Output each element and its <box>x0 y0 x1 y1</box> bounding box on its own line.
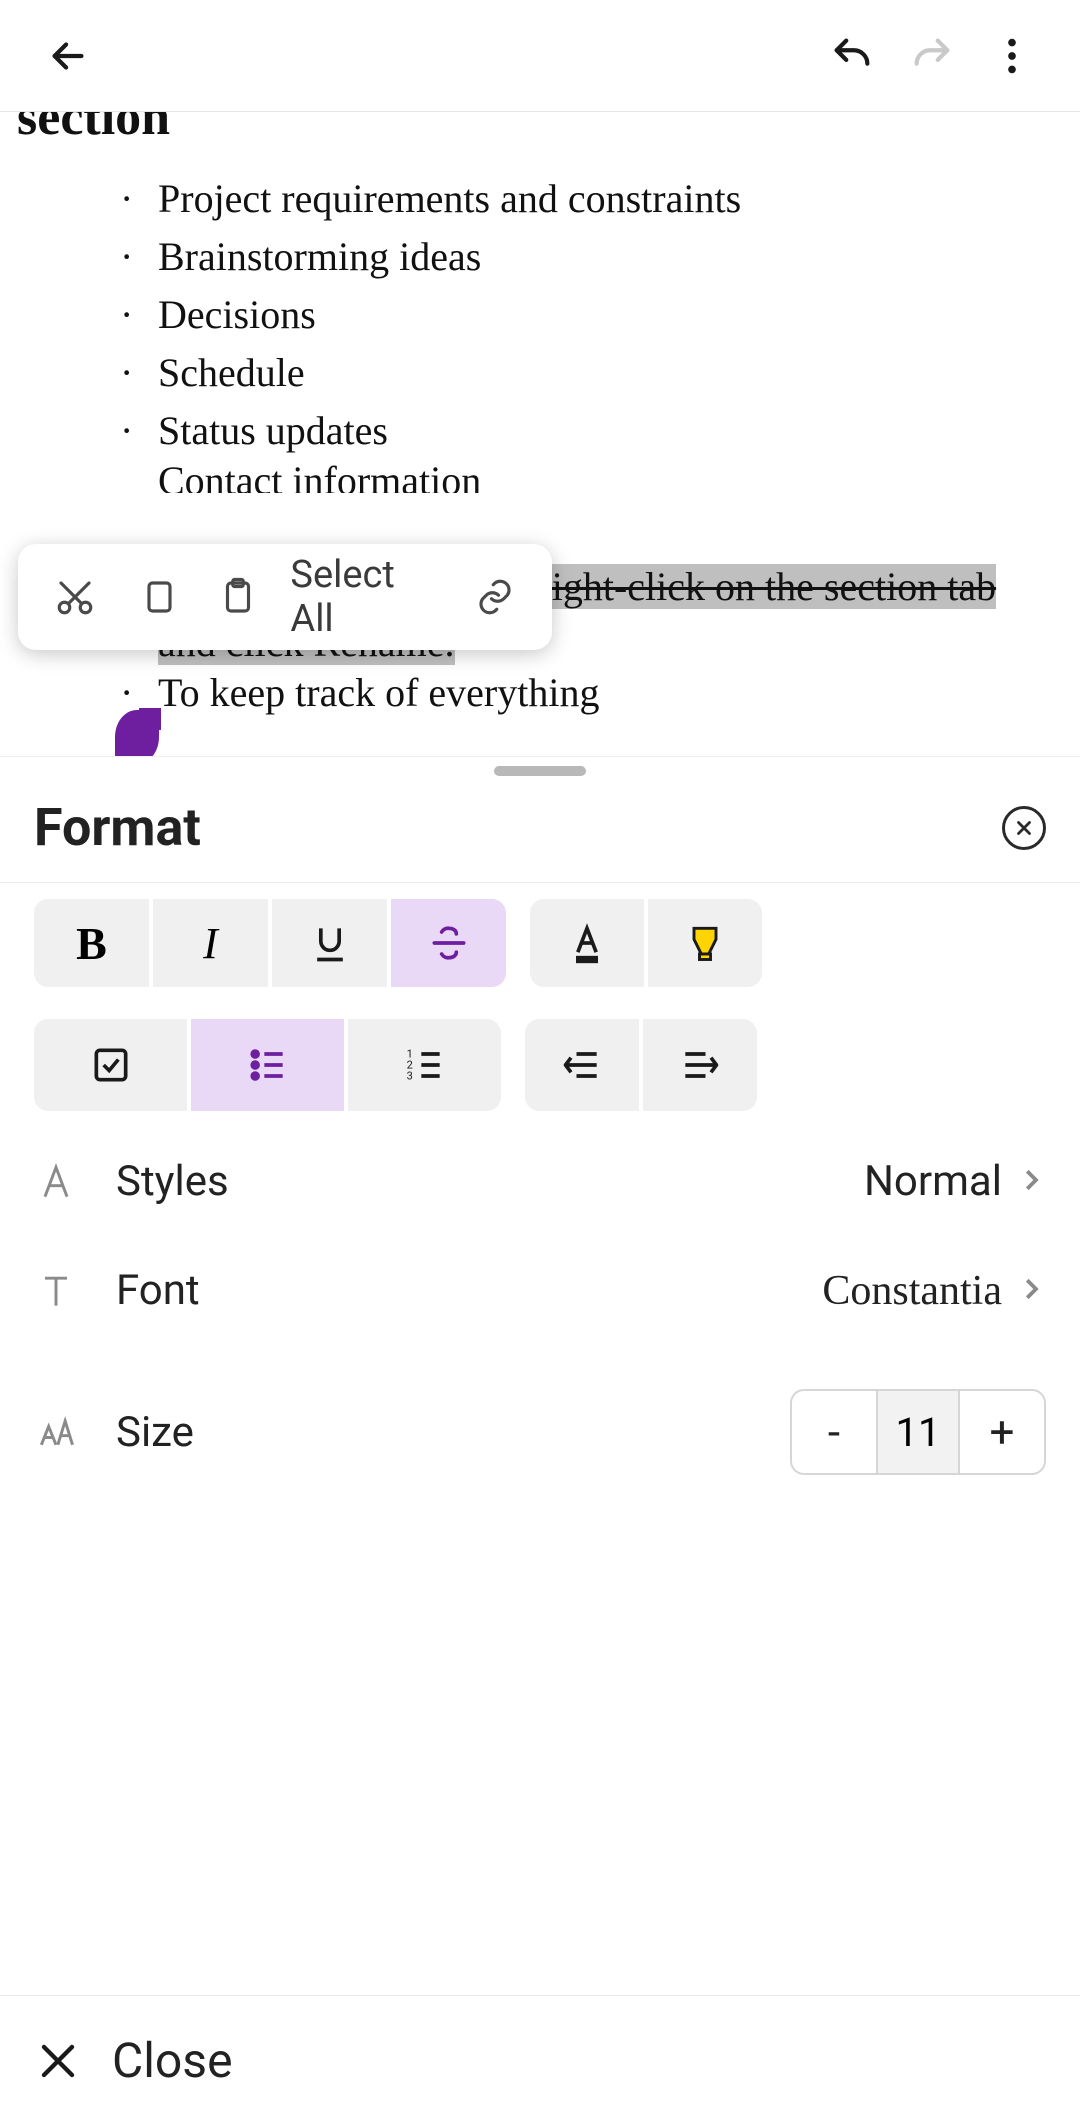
list-item[interactable]: Brainstorming ideas <box>158 229 481 285</box>
list-item[interactable]: Schedule <box>158 345 305 401</box>
link-button[interactable] <box>457 557 534 637</box>
bulleted-list-icon <box>246 1043 290 1087</box>
list-item[interactable]: Status updates <box>158 403 388 459</box>
bulleted-list-button[interactable] <box>191 1019 344 1111</box>
size-increase-button[interactable]: + <box>960 1391 1044 1473</box>
checklist-icon <box>89 1043 133 1087</box>
panel-close-button[interactable] <box>1002 806 1046 850</box>
copy-button[interactable] <box>117 557 194 637</box>
underline-button[interactable] <box>272 899 387 987</box>
strikethrough-icon <box>427 921 471 965</box>
numbered-list-button[interactable]: 123 <box>348 1019 501 1111</box>
paste-button[interactable] <box>199 557 276 637</box>
highlighter-icon <box>683 921 727 965</box>
styles-row[interactable]: Styles Normal <box>0 1127 1080 1236</box>
size-row: Size - 11 + <box>0 1345 1080 1519</box>
undo-button[interactable] <box>812 16 892 96</box>
highlight-button[interactable] <box>648 899 762 987</box>
format-panel: Format B I <box>0 756 1080 2125</box>
styles-icon <box>34 1160 78 1204</box>
link-icon <box>474 576 516 618</box>
chevron-right-icon <box>1016 1274 1046 1304</box>
redo-icon <box>909 33 955 79</box>
font-value: Constantia <box>822 1267 1002 1315</box>
section-heading-cut: section <box>17 112 1057 147</box>
size-icon <box>34 1410 78 1454</box>
select-all-button[interactable]: Select All <box>290 553 442 641</box>
close-bar[interactable]: Close <box>0 1995 1080 2125</box>
list-item[interactable]: Project requirements and constraints <box>158 171 741 227</box>
size-stepper: - 11 + <box>790 1389 1046 1475</box>
underline-icon <box>308 921 352 965</box>
svg-text:3: 3 <box>406 1070 412 1083</box>
undo-icon <box>829 33 875 79</box>
list-item[interactable]: Contact information <box>158 461 481 493</box>
font-color-icon <box>565 921 609 965</box>
redo-button <box>892 16 972 96</box>
close-label: Close <box>112 2032 233 2089</box>
size-label: Size <box>116 1408 790 1457</box>
list-item[interactable]: Decisions <box>158 287 316 343</box>
kebab-icon <box>989 33 1035 79</box>
bold-button[interactable]: B <box>34 899 149 987</box>
indent-button[interactable] <box>643 1019 757 1111</box>
styles-label: Styles <box>116 1157 864 1206</box>
clipboard-icon <box>217 576 259 618</box>
list-item[interactable]: To keep track of everything <box>158 673 599 713</box>
font-icon <box>34 1269 78 1313</box>
styles-value: Normal <box>864 1157 1002 1206</box>
strikethrough-button[interactable] <box>391 899 506 987</box>
indent-icon <box>678 1043 722 1087</box>
back-button[interactable] <box>28 16 108 96</box>
numbered-list-icon: 123 <box>403 1043 447 1087</box>
back-arrow-icon <box>45 33 91 79</box>
size-decrease-button[interactable]: - <box>792 1391 876 1473</box>
font-label: Font <box>116 1266 822 1315</box>
italic-button[interactable]: I <box>153 899 268 987</box>
top-toolbar <box>0 0 1080 112</box>
panel-title: Format <box>34 797 1002 858</box>
context-menu: Select All <box>18 544 552 650</box>
size-value[interactable]: 11 <box>876 1391 960 1473</box>
panel-drag-handle[interactable] <box>494 766 586 776</box>
scissors-icon <box>54 576 96 618</box>
outdent-icon <box>560 1043 604 1087</box>
bullet-list-a: ·Project requirements and constraints ·B… <box>120 171 1060 493</box>
checklist-button[interactable] <box>34 1019 187 1111</box>
more-menu-button[interactable] <box>972 16 1052 96</box>
close-icon <box>34 2037 82 2085</box>
font-color-button[interactable] <box>530 899 644 987</box>
chevron-right-icon <box>1016 1165 1046 1195</box>
italic-icon: I <box>203 918 218 969</box>
copy-icon <box>135 576 177 618</box>
cut-button[interactable] <box>36 557 113 637</box>
font-row[interactable]: Font Constantia <box>0 1236 1080 1345</box>
bold-icon: B <box>76 917 107 970</box>
close-icon <box>1013 817 1035 839</box>
outdent-button[interactable] <box>525 1019 639 1111</box>
